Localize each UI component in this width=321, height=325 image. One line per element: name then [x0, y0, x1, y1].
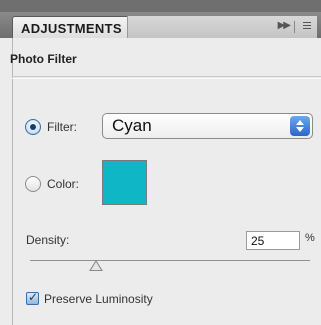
filter-label: Filter:	[47, 120, 77, 134]
tab-adjustments-label: ADJUSTMENTS	[21, 21, 122, 36]
divider	[12, 76, 321, 77]
filter-select[interactable]: Cyan	[102, 113, 313, 139]
color-label: Color:	[47, 177, 80, 191]
fast-forward-icon[interactable]: ▶▶	[278, 20, 291, 31]
panel-title: Photo Filter	[10, 52, 77, 66]
separator	[294, 21, 295, 33]
preserve-luminosity-checkbox[interactable]	[26, 290, 39, 305]
preserve-luminosity-label: Preserve Luminosity	[44, 292, 153, 306]
filter-radio[interactable]	[25, 119, 41, 135]
panel-tab-bar: ADJUSTMENTS ▶▶	[0, 12, 321, 38]
window-top-strip	[0, 0, 321, 12]
filter-select-value: Cyan	[112, 116, 152, 135]
divider-highlight	[12, 78, 321, 79]
density-unit: %	[305, 232, 315, 244]
panel-menu-icon[interactable]	[299, 20, 311, 32]
density-label: Density:	[26, 233, 70, 247]
color-radio[interactable]	[25, 176, 41, 192]
tab-adjustments[interactable]: ADJUSTMENTS	[12, 16, 130, 38]
density-input[interactable]	[246, 231, 300, 250]
color-swatch[interactable]	[102, 160, 147, 205]
tab-bar-controls: ▶▶	[127, 16, 317, 38]
density-slider-thumb[interactable]	[89, 260, 103, 271]
select-arrows-icon[interactable]	[290, 116, 310, 136]
density-slider-track[interactable]	[30, 260, 310, 261]
